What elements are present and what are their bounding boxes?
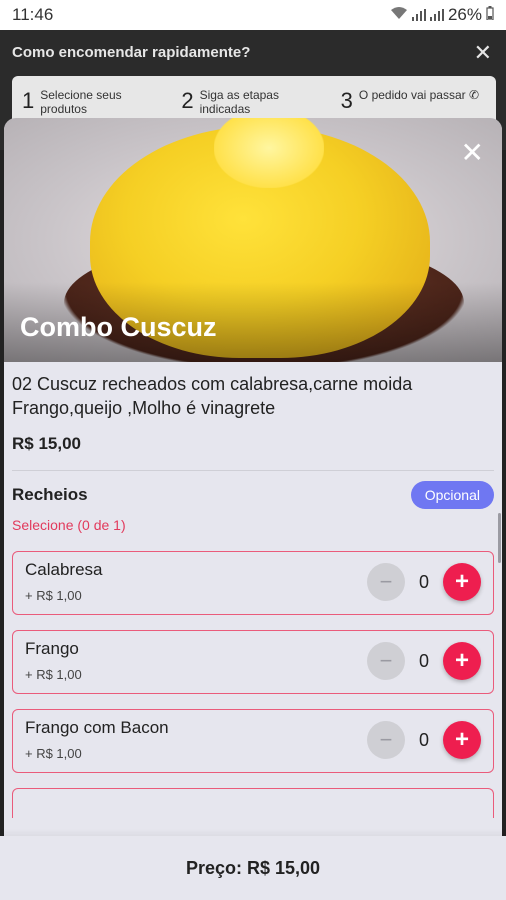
close-icon[interactable]: ✕: [474, 40, 492, 66]
option-frango-com-bacon[interactable]: Frango com Bacon + R$ 1,00 − 0 +: [12, 709, 494, 773]
group-header: Recheios Opcional: [12, 481, 494, 509]
minus-icon[interactable]: −: [367, 721, 405, 759]
battery-text: 26%: [447, 5, 482, 24]
help-title: Como encomendar rapidamente?: [12, 44, 251, 61]
status-icons: 26%: [390, 5, 494, 25]
product-sheet: Combo Cuscuz ✕ 02 Cuscuz recheados com c…: [4, 118, 502, 900]
option-partial[interactable]: [12, 788, 494, 818]
status-time: 11:46: [12, 5, 54, 24]
options-list: Calabresa + R$ 1,00 − 0 + Frango + R$ 1,…: [12, 551, 494, 818]
selection-hint: Selecione (0 de 1): [12, 517, 126, 533]
optional-badge: Opcional: [410, 481, 494, 509]
footer-price: Preço: R$ 15,00: [0, 836, 506, 900]
product-title: Combo Cuscuz: [20, 312, 217, 342]
wifi-icon: [390, 5, 408, 25]
product-price: R$ 15,00: [12, 434, 81, 453]
group-title: Recheios: [12, 485, 88, 504]
signal-icon: [411, 9, 426, 21]
divider: [12, 470, 494, 471]
description-line-2: Frango,queijo ,Molho é vinagrete: [12, 398, 276, 418]
scrollbar[interactable]: [498, 513, 501, 563]
step-text-label: O pedido vai passar: [358, 88, 466, 102]
plus-icon[interactable]: +: [443, 721, 481, 759]
whatsapp-icon: ✆: [468, 88, 480, 102]
product-image: Combo Cuscuz ✕: [4, 118, 502, 362]
plus-icon[interactable]: +: [443, 642, 481, 680]
status-bar: 11:46 26%: [0, 0, 506, 30]
minus-icon[interactable]: −: [367, 563, 405, 601]
product-description: 02 Cuscuz recheados com calabresa,carne …: [12, 372, 494, 420]
option-frango[interactable]: Frango + R$ 1,00 − 0 +: [12, 630, 494, 694]
description-line-1: 02 Cuscuz recheados com calabresa,carne …: [12, 374, 413, 394]
close-icon[interactable]: ✕: [461, 136, 484, 169]
quantity-stepper: − 0 +: [367, 563, 481, 601]
quantity-stepper: − 0 +: [367, 642, 481, 680]
option-calabresa[interactable]: Calabresa + R$ 1,00 − 0 +: [12, 551, 494, 615]
quantity-stepper: − 0 +: [367, 721, 481, 759]
battery-icon: [486, 5, 494, 25]
quantity-value: 0: [418, 729, 429, 750]
minus-icon[interactable]: −: [367, 642, 405, 680]
quantity-value: 0: [418, 571, 429, 592]
plus-icon[interactable]: +: [443, 563, 481, 601]
product-content: 02 Cuscuz recheados com calabresa,carne …: [4, 362, 502, 818]
quantity-value: 0: [418, 650, 429, 671]
signal-icon-2: [429, 9, 444, 21]
cuscuz-highlight: [214, 118, 324, 188]
